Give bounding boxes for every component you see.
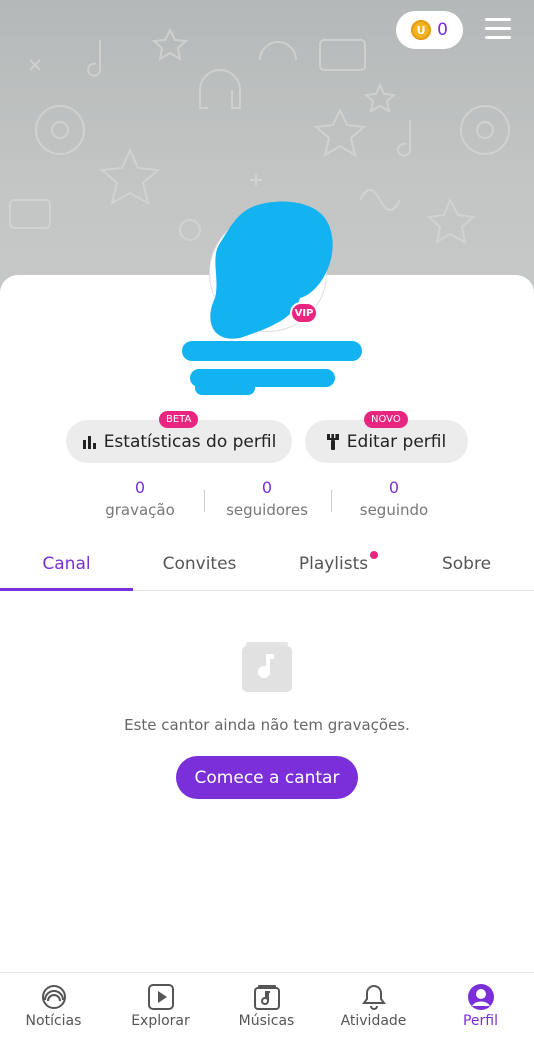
music-note-icon bbox=[253, 985, 280, 1010]
bottom-navigation: Notícias Explorar Músicas Atividade Perf… bbox=[0, 972, 534, 1043]
profile-icon bbox=[467, 984, 494, 1010]
stat-followers[interactable]: 0 seguidores bbox=[202, 478, 332, 519]
coin-count: 0 bbox=[437, 20, 448, 40]
new-badge: NOVO bbox=[364, 411, 408, 428]
tab-canal[interactable]: Canal bbox=[0, 543, 133, 591]
edit-profile-label: Editar perfil bbox=[346, 431, 447, 452]
stat-following[interactable]: 0 seguindo bbox=[329, 478, 459, 519]
vip-badge: VIP bbox=[290, 302, 318, 324]
stat-value: 0 bbox=[134, 478, 146, 497]
stat-label: seguindo bbox=[359, 501, 429, 519]
nav-noticias[interactable]: Notícias bbox=[0, 983, 107, 1029]
nav-explorar[interactable]: Explorar bbox=[107, 983, 214, 1029]
tab-playlists[interactable]: Playlists bbox=[267, 543, 400, 591]
play-icon bbox=[147, 984, 174, 1010]
nav-musicas[interactable]: Músicas bbox=[213, 983, 320, 1029]
profile-tabs: Canal Convites Playlists Sobre bbox=[0, 543, 534, 591]
stat-value: 0 bbox=[261, 478, 273, 497]
stat-label: seguidores bbox=[226, 501, 308, 519]
notification-dot bbox=[370, 551, 378, 559]
profile-stats-button[interactable]: BETA Estatísticas do perfil bbox=[66, 411, 292, 463]
nav-label: Notícias bbox=[25, 1013, 82, 1029]
stat-recordings[interactable]: 0 gravação bbox=[75, 478, 205, 519]
coin-balance-button[interactable]: U 0 bbox=[396, 11, 463, 49]
redacted-avatar-overlay bbox=[182, 201, 362, 395]
nav-perfil[interactable]: Perfil bbox=[427, 983, 534, 1029]
hamburger-menu-icon[interactable] bbox=[485, 18, 511, 40]
start-singing-button[interactable]: Comece a cantar bbox=[176, 756, 358, 799]
bell-icon bbox=[361, 984, 386, 1010]
stat-label: gravação bbox=[105, 501, 175, 519]
nav-label: Perfil bbox=[462, 1013, 499, 1029]
brush-icon bbox=[326, 433, 339, 450]
news-icon bbox=[41, 985, 66, 1009]
stat-value: 0 bbox=[388, 478, 400, 497]
tab-sobre[interactable]: Sobre bbox=[400, 543, 533, 591]
music-folder-icon bbox=[242, 642, 292, 692]
coin-icon: U bbox=[411, 20, 432, 40]
bar-chart-icon bbox=[82, 435, 96, 449]
profile-stats: 0 gravação 0 seguidores 0 seguindo bbox=[0, 478, 534, 528]
empty-state-text: Este cantor ainda não tem gravações. bbox=[124, 716, 410, 734]
nav-label: Explorar bbox=[131, 1013, 190, 1029]
profile-stats-label: Estatísticas do perfil bbox=[103, 431, 277, 452]
beta-badge: BETA bbox=[159, 411, 199, 428]
nav-atividade[interactable]: Atividade bbox=[320, 983, 427, 1029]
edit-profile-button[interactable]: NOVO Editar perfil bbox=[305, 411, 468, 463]
nav-label: Músicas bbox=[238, 1013, 295, 1029]
nav-label: Atividade bbox=[340, 1013, 407, 1029]
tab-convites[interactable]: Convites bbox=[133, 543, 266, 591]
